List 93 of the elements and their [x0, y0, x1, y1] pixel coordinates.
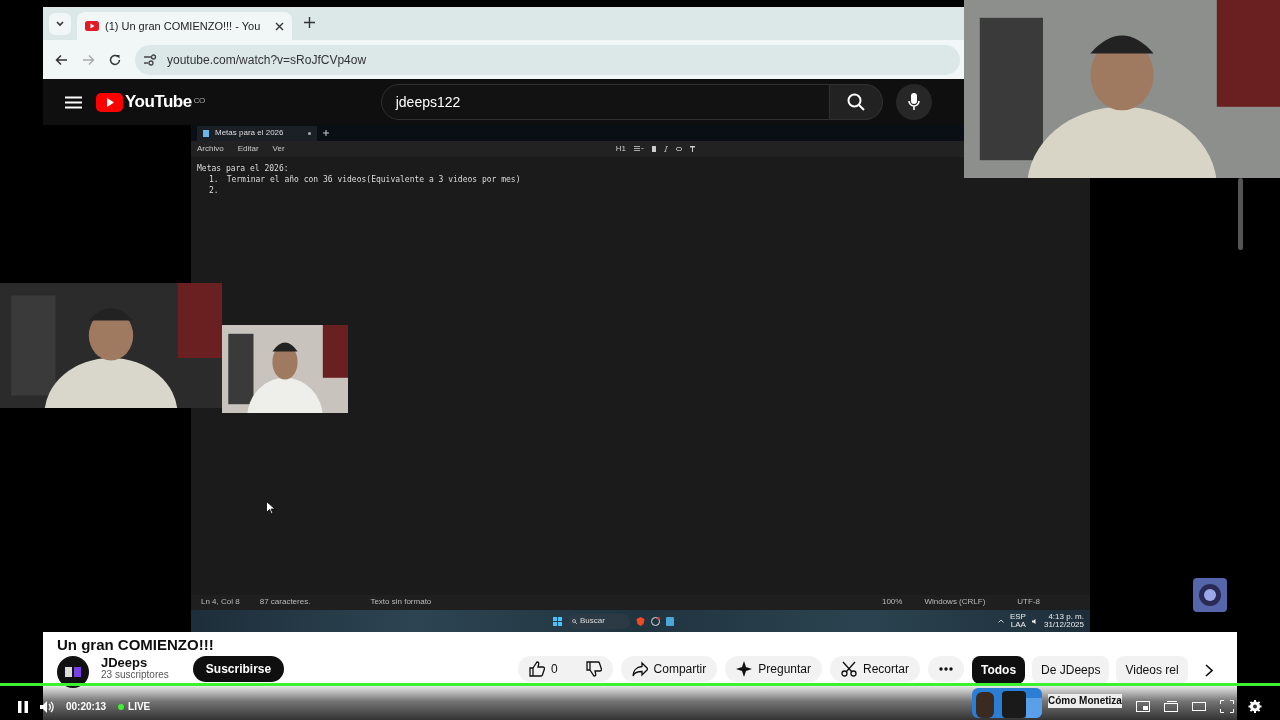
country-code: CO — [193, 95, 205, 108]
plus-icon[interactable] — [323, 130, 329, 136]
tab-modified-dot — [308, 131, 311, 135]
status-text: UTF-8 — [1017, 598, 1040, 607]
search-icon — [572, 618, 577, 624]
notepad-tab[interactable]: Metas para el 2026 — [197, 125, 317, 141]
next-chips-button[interactable] — [1204, 663, 1213, 677]
subscriber-count: 23 suscriptores — [101, 669, 169, 681]
menu-button[interactable] — [65, 95, 82, 109]
clock-time: 4:13 p. m. — [1048, 613, 1084, 621]
filter-chip[interactable]: Videos rel — [1116, 656, 1188, 684]
speaker-icon[interactable] — [1031, 618, 1038, 624]
list-icon[interactable] — [634, 146, 644, 152]
logo-text: YouTube — [125, 91, 192, 114]
fullscreen-button[interactable] — [1220, 700, 1234, 713]
miniplayer-icon — [1136, 700, 1150, 713]
miniplayer-button[interactable] — [1136, 700, 1150, 713]
list-item-text: Terminar el año con 36 videos(Equivalente a 3 videos por mes) — [226, 175, 521, 185]
italic-icon[interactable] — [664, 146, 668, 152]
tab-list-button[interactable] — [49, 13, 71, 35]
list-number: 1. — [209, 175, 219, 185]
youtube-logo-icon — [96, 92, 123, 112]
chevron-up-icon[interactable] — [997, 619, 1004, 623]
ask-button[interactable]: Preguntar — [725, 656, 822, 682]
address-bar[interactable]: youtube.com/watch?v=sRoJfCVp4ow — [135, 44, 960, 75]
heading-text: Metas para el 2026: — [197, 165, 289, 174]
scrollbar-thumb[interactable] — [1238, 178, 1243, 250]
status-text: Texto sin formato — [370, 598, 432, 607]
thumbs-up-icon — [528, 661, 545, 677]
time-display: 00:20:13 — [66, 700, 107, 714]
menu-icon — [65, 95, 82, 109]
keyboard-layout-text: LAA — [1010, 621, 1026, 629]
avatar-icon[interactable] — [1193, 578, 1227, 612]
fullscreen-icon — [1220, 700, 1234, 713]
more-button[interactable] — [928, 656, 964, 682]
video-favicon-icon — [85, 21, 99, 31]
related-video-title[interactable]: Cómo Monetiza — [1048, 694, 1122, 708]
filter-chip[interactable]: De JDeeps — [1032, 656, 1110, 684]
menu-item[interactable]: Editar — [237, 144, 259, 154]
language-text: ESP — [1009, 613, 1026, 621]
search-field[interactable]: jdeeps122 — [380, 84, 830, 120]
windows-start-icon[interactable] — [553, 616, 562, 626]
plus-icon — [304, 17, 315, 29]
reload-icon — [109, 53, 121, 66]
subscribe-button[interactable]: Suscribirse — [192, 656, 285, 682]
list-number: 2. — [209, 186, 219, 196]
back-arrow-icon — [55, 53, 68, 66]
menu-item[interactable]: Archivo — [197, 144, 224, 154]
status-text: 87 caracteres. — [259, 598, 311, 607]
scissors-icon — [841, 661, 857, 677]
status-text: 100% — [881, 598, 903, 607]
search-button[interactable] — [829, 84, 883, 120]
live-label: LIVE — [128, 700, 151, 714]
browser-tab[interactable]: (1) Un gran COMIENZO!!! - You — [77, 12, 292, 40]
heading-button[interactable]: H1 — [615, 144, 626, 154]
video-title: Un gran COMIENZO!!! — [57, 636, 215, 654]
share-button[interactable]: Compartir — [620, 656, 718, 682]
live-indicator-dot — [118, 703, 125, 710]
menu-item[interactable]: Ver — [272, 144, 285, 154]
thumbs-down-icon — [585, 661, 602, 677]
url-text: youtube.com/watch?v=sRoJfCVp4ow — [167, 51, 367, 69]
theater-mode-icon — [1192, 700, 1206, 713]
queue-button[interactable] — [1164, 700, 1178, 713]
voice-search-button[interactable] — [895, 84, 932, 120]
settings-button[interactable] — [1248, 700, 1262, 713]
mouse-cursor-icon — [266, 501, 275, 515]
search-icon — [846, 93, 865, 111]
pause-icon — [18, 700, 28, 713]
close-icon[interactable] — [275, 21, 284, 31]
channel-name[interactable]: JDeeps — [101, 656, 169, 670]
site-settings-icon[interactable] — [143, 53, 157, 66]
chevron-down-icon — [55, 19, 65, 29]
clock-date: 31/12/2025 — [1043, 621, 1084, 629]
queue-icon — [1164, 700, 1178, 713]
status-text: Ln 4, Col 8 — [201, 598, 240, 607]
theater-mode-button[interactable] — [1192, 700, 1206, 713]
sparkle-icon — [736, 661, 753, 677]
settings-icon — [1248, 700, 1262, 713]
play-pause-button[interactable] — [18, 700, 28, 713]
microphone-icon — [907, 93, 920, 111]
more-icon — [939, 667, 953, 671]
clip-button[interactable]: Recortar — [830, 656, 920, 682]
volume-button[interactable] — [40, 700, 54, 713]
back-button[interactable] — [55, 53, 68, 66]
status-text: Windows (CRLF) — [924, 598, 986, 607]
share-arrow-icon — [631, 661, 648, 677]
filter-chip[interactable]: Todos — [972, 656, 1026, 684]
taskbar-search[interactable]: Buscar — [568, 613, 630, 629]
forward-arrow-icon — [82, 53, 95, 66]
reload-button[interactable] — [109, 53, 121, 66]
clear-format-icon[interactable] — [690, 146, 696, 152]
chevron-right-icon — [1204, 663, 1213, 677]
link-icon[interactable] — [676, 147, 682, 151]
